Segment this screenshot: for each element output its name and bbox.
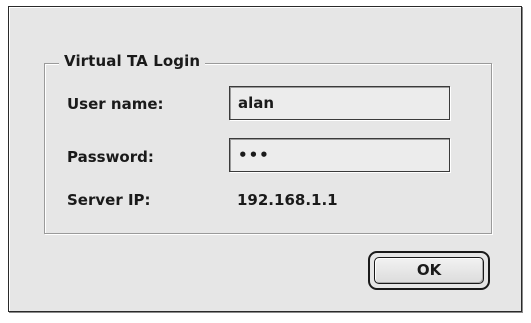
username-field[interactable]: alan (229, 86, 450, 120)
server-ip-label: Server IP: (67, 191, 151, 209)
password-field[interactable]: ••• (229, 138, 450, 172)
dialog-body: Virtual TA Login User name: alan Passwor… (9, 7, 521, 311)
login-dialog-window: Virtual TA Login User name: alan Passwor… (8, 6, 522, 312)
password-label: Password: (67, 148, 154, 166)
username-label: User name: (67, 95, 164, 113)
default-button-ring: OK (368, 251, 490, 290)
server-ip-value: 192.168.1.1 (237, 191, 338, 209)
ok-button[interactable]: OK (374, 257, 484, 284)
group-title: Virtual TA Login (59, 52, 206, 70)
